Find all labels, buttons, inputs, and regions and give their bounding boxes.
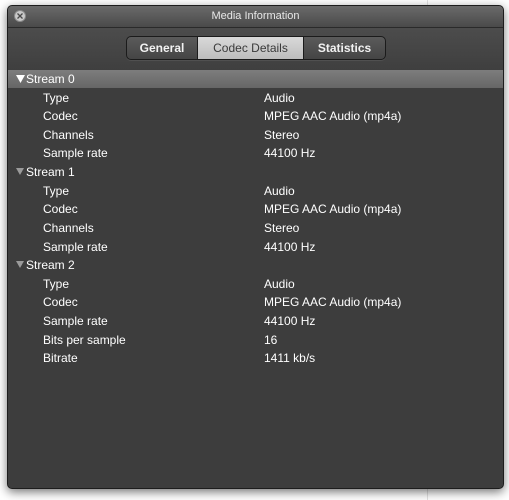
property-value: 1411 kb/s (264, 351, 316, 365)
property-key: Codec (43, 109, 78, 123)
stream-tree: Stream 0 Type Audio Codec MPEG AAC Audio… (8, 70, 503, 488)
tree-row: Sample rate 44100 Hz (8, 144, 503, 162)
disclosure-triangle-icon[interactable] (16, 168, 24, 175)
media-information-window: Media Information General Codec Details … (7, 5, 504, 489)
property-value: 44100 Hz (264, 314, 316, 328)
tree-row: Type Audio (8, 275, 503, 293)
property-key: Channels (43, 221, 94, 235)
property-key: Channels (43, 128, 94, 142)
stream-2-header[interactable]: Stream 2 (8, 256, 503, 274)
property-value: Audio (264, 184, 295, 198)
tree-row: Sample rate 44100 Hz (8, 312, 503, 330)
stream-label: Stream 0 (26, 72, 75, 86)
tab-general[interactable]: General (127, 37, 197, 59)
tree-row: Codec MPEG AAC Audio (mp4a) (8, 200, 503, 218)
property-key: Sample rate (43, 240, 108, 254)
title-bar: Media Information (8, 6, 503, 28)
property-key: Type (43, 184, 70, 198)
property-key: Bits per sample (43, 333, 126, 347)
tree-row: Type Audio (8, 89, 503, 107)
tab-statistics[interactable]: Statistics (303, 37, 385, 59)
stream-1-header[interactable]: Stream 1 (8, 163, 503, 181)
tree-row: Bits per sample 16 (8, 331, 503, 349)
tab-codec-details[interactable]: Codec Details (197, 37, 303, 59)
disclosure-triangle-icon[interactable] (16, 75, 25, 83)
property-value: Stereo (264, 128, 300, 142)
property-value: MPEG AAC Audio (mp4a) (264, 202, 402, 216)
property-key: Codec (43, 202, 78, 216)
tree-row: Channels Stereo (8, 219, 503, 237)
stream-0-header[interactable]: Stream 0 (8, 70, 503, 88)
stream-label: Stream 1 (26, 165, 75, 179)
property-key: Sample rate (43, 314, 108, 328)
tree-row: Codec MPEG AAC Audio (mp4a) (8, 107, 503, 125)
property-key: Type (43, 91, 70, 105)
property-key: Codec (43, 295, 78, 309)
tree-row: Type Audio (8, 182, 503, 200)
property-value: Audio (264, 91, 295, 105)
window-title: Media Information (211, 10, 300, 22)
property-value: 44100 Hz (264, 240, 316, 254)
property-value: Audio (264, 277, 295, 291)
property-key: Type (43, 277, 70, 291)
toolbar: General Codec Details Statistics (8, 28, 503, 70)
stream-label: Stream 2 (26, 258, 75, 272)
tree-row: Sample rate 44100 Hz (8, 238, 503, 256)
property-value: 44100 Hz (264, 146, 316, 160)
tree-row: Channels Stereo (8, 126, 503, 144)
tree-row: Codec MPEG AAC Audio (mp4a) (8, 293, 503, 311)
tree-row: Bitrate 1411 kb/s (8, 349, 503, 367)
property-key: Bitrate (43, 351, 78, 365)
property-key: Sample rate (43, 146, 108, 160)
property-value: MPEG AAC Audio (mp4a) (264, 109, 402, 123)
disclosure-triangle-icon[interactable] (16, 261, 24, 268)
property-value: 16 (264, 333, 278, 347)
property-value: MPEG AAC Audio (mp4a) (264, 295, 402, 309)
property-value: Stereo (264, 221, 300, 235)
tab-segmented-control: General Codec Details Statistics (126, 36, 386, 60)
